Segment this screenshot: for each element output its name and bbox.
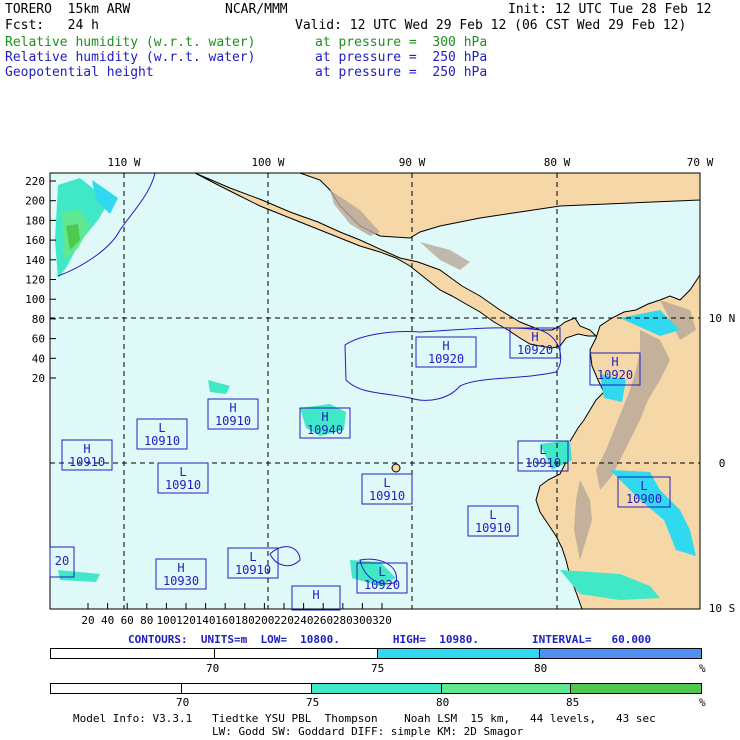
colorbar-rh300-label-75: 75 (306, 696, 320, 709)
colorbar-rh300-label-pct: % (699, 696, 706, 709)
lat-label: 10 N (709, 312, 736, 325)
x-tick-label: 160 (215, 614, 235, 627)
colorbar-rh250-label-pct: % (699, 662, 706, 675)
pressure-center-value: 10910 (525, 456, 561, 470)
x-tick-label: 260 (313, 614, 333, 627)
pressure-center-type: L (539, 443, 546, 457)
y-tick-label: 20 (32, 372, 45, 385)
pressure-center-value: 10910 (369, 489, 405, 503)
colorbar-rh300-seg-2 (181, 684, 313, 693)
colorbar-rh250-label-75: 75 (371, 662, 385, 675)
x-tick-label: 120 (176, 614, 196, 627)
pressure-center-type: H (321, 410, 328, 424)
y-tick-label: 100 (25, 293, 45, 306)
pressure-center-type: H (177, 561, 184, 575)
x-tick-label: 20 (81, 614, 94, 627)
x-tick-label: 140 (196, 614, 216, 627)
pressure-center-value: 10910 (144, 434, 180, 448)
pressure-center-type: H (229, 401, 236, 415)
colorbar-rh300-label-70: 70 (176, 696, 190, 709)
pressure-center-value: 10920 (597, 368, 633, 382)
lon-label: 70 W (687, 156, 714, 169)
pressure-center-value: 10940 (307, 423, 343, 437)
y-tick-label: 40 (32, 352, 45, 365)
pressure-center-type: L (249, 550, 256, 564)
colorbar-rh300-label-85: 85 (566, 696, 580, 709)
colorbar-rh300 (50, 683, 702, 694)
lon-label: 80 W (544, 156, 571, 169)
x-tick-label: 240 (294, 614, 314, 627)
colorbar-rh300-seg-3 (312, 684, 442, 693)
pressure-center-value: 10920 (517, 343, 553, 357)
pressure-center-value: 10910 (215, 414, 251, 428)
y-tick-label: 200 (25, 195, 45, 208)
pressure-center-type: L (383, 476, 390, 490)
contour-info: CONTOURS: UNITS=m LOW= 10800. HIGH= 1098… (128, 633, 652, 646)
model-info: Model Info: V3.3.1 Tiedtke YSU PBL Thomp… (73, 712, 656, 725)
lat-label: 0 (719, 457, 726, 470)
y-tick-label: 220 (25, 175, 45, 188)
colorbar-rh250-seg-2 (214, 649, 378, 658)
x-tick-label: 60 (121, 614, 134, 627)
lon-label: 90 W (399, 156, 426, 169)
colorbar-rh250-seg-4 (539, 649, 701, 658)
pressure-center-type: L (158, 421, 165, 435)
pressure-center-type: H (442, 339, 449, 353)
lon-label: 100 W (251, 156, 284, 169)
colorbar-rh250-seg-1 (51, 649, 215, 658)
y-tick-label: 80 (32, 313, 45, 326)
x-tick-label: 80 (140, 614, 153, 627)
x-tick-label: 100 (156, 614, 176, 627)
y-tick-label: 120 (25, 274, 45, 287)
colorbar-rh300-seg-4 (441, 684, 572, 693)
galapagos-islands (391, 463, 401, 473)
x-tick-label: 280 (333, 614, 353, 627)
pressure-center-type: H (531, 330, 538, 344)
x-tick-label: 220 (274, 614, 294, 627)
pressure-center-type: H (312, 588, 319, 602)
model-physics: LW: Godd SW: Goddard DIFF: simple KM: 2D… (212, 725, 524, 738)
y-tick-label: 60 (32, 333, 45, 346)
pressure-center-type: L (378, 565, 385, 579)
x-tick-label: 320 (372, 614, 392, 627)
lat-label: 10 S (709, 602, 736, 615)
pressure-center-type: L (640, 479, 647, 493)
weather-map: 110 W 100 W 90 W 80 W 70 W10 N010 S220200180… (25, 156, 736, 627)
pressure-center-value: 10910 (69, 455, 105, 469)
x-tick-label: 40 (101, 614, 114, 627)
pressure-center-value: 10910 (475, 521, 511, 535)
colorbar-rh250 (50, 648, 702, 659)
colorbar-rh300-label-80: 80 (436, 696, 450, 709)
pressure-center-value: 10920 (428, 352, 464, 366)
colorbar-rh300-seg-5 (571, 684, 701, 693)
pressure-center-value: 10910 (165, 478, 201, 492)
pressure-center-value: 10900 (626, 492, 662, 506)
pressure-center-value: 10920 (364, 578, 400, 592)
y-tick-label: 160 (25, 234, 45, 247)
pressure-center-type: H (611, 355, 618, 369)
y-tick-label: 140 (25, 254, 45, 267)
pressure-center-type: H (83, 442, 90, 456)
x-tick-label: 180 (235, 614, 255, 627)
pressure-center-type: L (179, 465, 186, 479)
colorbar-rh250-label-70: 70 (206, 662, 220, 675)
y-tick-label: 180 (25, 214, 45, 227)
colorbar-rh250-seg-3 (378, 649, 540, 658)
pressure-center-value: 20 (55, 554, 69, 568)
lon-label: 110 W (107, 156, 140, 169)
colorbar-rh250-label-80: 80 (534, 662, 548, 675)
colorbar-rh300-seg-1 (51, 684, 182, 693)
x-tick-label: 200 (254, 614, 274, 627)
pressure-center-value: 10910 (235, 563, 271, 577)
pressure-center-type: L (489, 508, 496, 522)
x-tick-label: 300 (352, 614, 372, 627)
pressure-center-value: 10930 (163, 574, 199, 588)
